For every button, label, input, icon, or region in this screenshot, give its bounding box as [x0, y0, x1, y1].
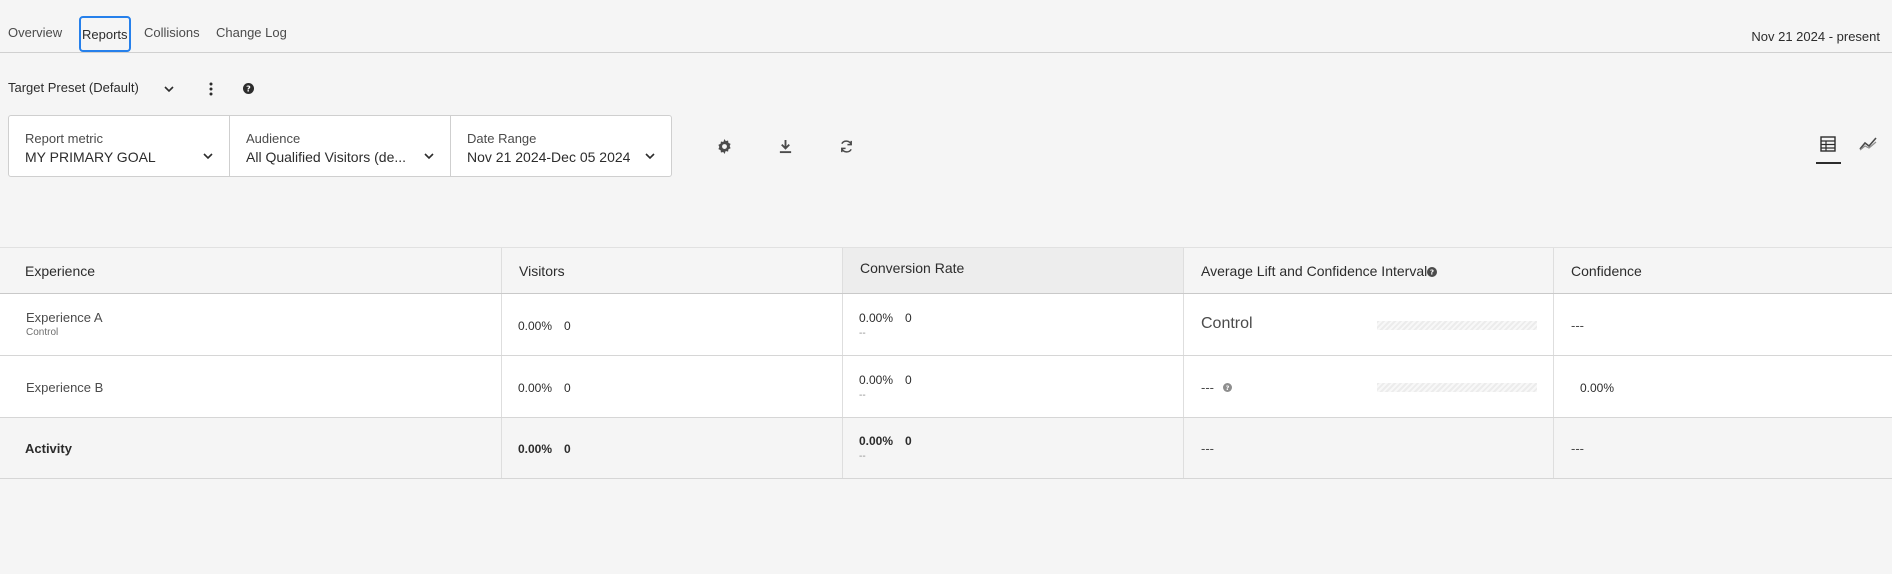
chevron-down-icon	[645, 147, 655, 165]
conversion-sub: --	[859, 451, 866, 462]
more-options-icon[interactable]	[205, 80, 217, 98]
table-row: Experience B 0.00% 0 0.00% 0 -- --- ? 0.00…	[0, 356, 1892, 418]
experience-name[interactable]: Experience A	[26, 310, 103, 325]
gear-icon[interactable]	[715, 137, 733, 155]
chevron-down-icon	[424, 147, 434, 165]
audience-value: All Qualified Visitors (de...	[246, 149, 407, 165]
table-row-activity: Activity 0.00% 0 0.00% 0 -- --- ---	[0, 418, 1892, 479]
confidence-value: 0.00%	[1580, 381, 1615, 395]
lift-value: ---	[1201, 380, 1214, 395]
tab-bar: Overview Reports Collisions Change Log N…	[0, 0, 1892, 53]
activity-name: Activity	[25, 441, 72, 456]
conversion-values: 0.00% 0	[859, 311, 912, 325]
tab-change-log[interactable]: Change Log	[216, 25, 287, 40]
chevron-down-icon[interactable]	[162, 82, 176, 96]
confidence-interval-bar	[1377, 383, 1537, 392]
report-metric-value: MY PRIMARY GOAL	[25, 149, 156, 165]
header-visitors[interactable]: Visitors	[519, 263, 565, 279]
help-icon[interactable]: ?	[242, 82, 254, 94]
conversion-sub: --	[859, 328, 866, 339]
tab-overview[interactable]: Overview	[8, 25, 62, 40]
visitors-values: 0.00% 0	[518, 442, 571, 456]
date-range-select[interactable]: Date Range Nov 21 2024-Dec 05 2024	[451, 116, 671, 176]
confidence-interval-bar	[1377, 321, 1537, 330]
confidence-value: ---	[1571, 318, 1584, 333]
visitors-values: 0.00% 0	[518, 381, 571, 395]
svg-text:?: ?	[1225, 383, 1229, 391]
header-experience: Experience	[25, 263, 96, 279]
header-lift: Average Lift and Confidence Interval	[1201, 263, 1428, 279]
date-range-field-label: Date Range	[467, 131, 537, 146]
lift-value: Control	[1201, 315, 1253, 332]
lift-value: ---	[1201, 441, 1214, 456]
experience-name[interactable]: Experience B	[26, 380, 103, 395]
experience-sub: Control	[26, 327, 59, 338]
table-header: Experience Visitors Conversion Rate Aver…	[0, 248, 1892, 294]
date-range-label: Nov 21 2024 - present	[1751, 29, 1880, 44]
graph-view-icon[interactable]	[1858, 134, 1878, 154]
conversion-values: 0.00% 0	[859, 434, 912, 448]
refresh-icon[interactable]	[837, 137, 855, 155]
download-icon[interactable]	[776, 137, 794, 155]
table-view-icon[interactable]	[1818, 134, 1838, 154]
table-row: Experience A Control 0.00% 0 0.00% 0 -- Co…	[0, 294, 1892, 356]
active-view-indicator	[1816, 162, 1841, 164]
report-metric-select[interactable]: Report metric MY PRIMARY GOAL	[9, 116, 230, 176]
audience-select[interactable]: Audience All Qualified Visitors (de...	[230, 116, 451, 176]
header-conversion-rate[interactable]: Conversion Rate	[860, 260, 964, 276]
help-icon[interactable]: ?	[1222, 382, 1232, 392]
tab-collisions[interactable]: Collisions	[144, 25, 200, 40]
chevron-down-icon	[203, 147, 213, 165]
confidence-value: ---	[1571, 441, 1584, 456]
report-table: Experience Visitors Conversion Rate Aver…	[0, 247, 1892, 479]
header-confidence: Confidence	[1571, 263, 1642, 279]
preset-selector[interactable]: Target Preset (Default)	[8, 80, 139, 95]
report-metric-label: Report metric	[25, 131, 104, 146]
date-range-value: Nov 21 2024-Dec 05 2024	[467, 149, 631, 165]
visitors-values: 0.00% 0	[518, 319, 571, 333]
svg-text:?: ?	[246, 84, 251, 93]
audience-label: Audience	[246, 131, 301, 146]
conversion-values: 0.00% 0	[859, 373, 912, 387]
svg-text:?: ?	[1429, 267, 1433, 276]
help-icon[interactable]: ?	[1426, 266, 1437, 277]
report-filters: Report metric MY PRIMARY GOAL Audience A…	[8, 115, 672, 177]
tab-reports[interactable]: Reports	[79, 16, 131, 52]
conversion-sub: --	[859, 390, 866, 401]
